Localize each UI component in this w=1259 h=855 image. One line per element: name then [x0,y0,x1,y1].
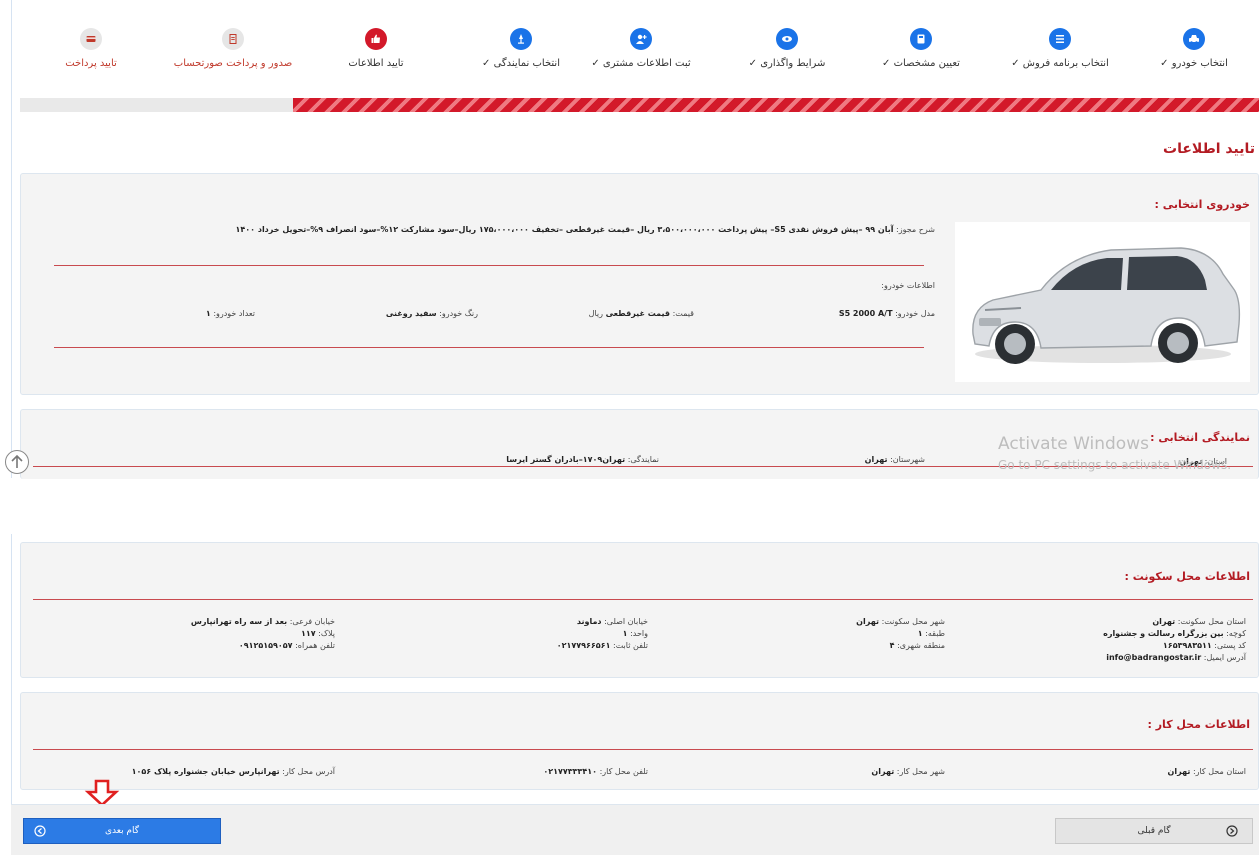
residence-unit: واحد: ۱ [622,629,648,638]
car-price: قیمت: قیمت غیرقطعی ریال [588,309,694,318]
circle-arrow-right-icon [1226,825,1238,837]
residence-email: آدرس ایمیل: info@badrangostar.ir [1106,653,1246,662]
residence-panel: اطلاعات محل سکونت : استان محل سکونت: تهر… [20,542,1259,678]
calculator-icon [910,28,932,50]
check-icon: ✓ [591,58,600,69]
panel-title: اطلاعات محل کار : [1147,718,1251,731]
car-info-label: اطلاعات خودرو: [881,281,935,290]
divider [54,265,924,266]
step-label: انتخاب خودرو [1171,58,1228,69]
car-image [955,222,1250,382]
work-province: استان محل کار: تهران [1167,767,1246,776]
residence-province: استان محل سکونت: تهران [1152,617,1246,626]
step-invoice[interactable]: صدور و پرداخت صورتحساب [168,28,298,69]
circle-arrow-left-icon [34,825,46,837]
panel-title: خودروی انتخابی : [1154,198,1251,211]
button-label: گام قبلی [1137,826,1171,836]
residence-plate: پلاک: ۱۱۷ [300,629,335,638]
step-sales-program[interactable]: انتخاب برنامه فروش ✓ [995,28,1125,69]
eye-icon [776,28,798,50]
step-label: صدور و پرداخت صورتحساب [173,58,293,69]
check-icon: ✓ [1011,58,1020,69]
work-phone: تلفن محل کار: ۰۲۱۷۷۳۳۳۴۱۰ [543,767,648,776]
step-select-car[interactable]: انتخاب خودرو ✓ [1129,28,1259,69]
step-label: انتخاب برنامه فروش [1022,58,1109,69]
button-label: گام بعدی [104,826,140,836]
step-confirm-info[interactable]: تایید اطلاعات [311,28,441,69]
residence-phone: تلفن ثابت: ۰۲۱۷۷۹۶۶۵۶۱ [556,641,648,650]
pin-icon [510,28,532,50]
step-label: تایید پرداخت [65,58,117,69]
progress-fill [292,98,1259,112]
residence-mobile: تلفن همراه: ۰۹۱۲۵۱۵۹۰۵۷ [238,641,335,650]
invoice-icon [222,28,244,50]
user-add-icon [630,28,652,50]
residence-floor: طبقه: ۱ [917,629,945,638]
selected-car-panel: خودروی انتخابی : شرح مجوز: آبان ۹۹ –پیش … [20,173,1259,395]
residence-zone: منطقه شهری: ۴ [889,641,945,650]
panel-title: اطلاعات محل سکونت : [1124,570,1250,583]
step-label: تعیین مشخصات [893,58,960,69]
step-label: شرایط واگذاری [760,58,826,69]
card-icon [80,28,102,50]
residence-main-street: خیابان اصلی: دماوند [576,617,648,626]
agency-name: نمایندگی: تهران۱۷۰۹–بادران گستر ایرسا [506,455,659,464]
scroll-top-button[interactable] [5,450,29,474]
license-description: شرح مجوز: آبان ۹۹ –پیش فروش نقدی S5– پیش… [235,225,935,234]
divider [54,347,924,348]
car-model: مدل خودرو: S5 2000 A/T [838,309,935,318]
step-terms[interactable]: شرایط واگذاری ✓ [722,28,852,69]
step-label: تایید اطلاعات [348,58,404,69]
divider [33,599,1253,600]
residence-city: شهر محل سکونت: تهران [856,617,945,626]
car-count: تعداد خودرو: ۱ [205,309,255,318]
step-specifications[interactable]: تعیین مشخصات ✓ [856,28,986,69]
page-title: تایید اطلاعات [1163,141,1255,157]
residence-postal-code: کد پستی: ۱۶۵۳۹۸۳۵۱۱ [1162,641,1246,650]
step-agency[interactable]: انتخاب نمایندگی ✓ [456,28,586,69]
work-address: آدرس محل کار: تهرانپارس خیابان جشنواره پ… [131,767,335,776]
step-label: ثبت اطلاعات مشتری [602,58,691,69]
car-icon [1183,28,1205,50]
step-customer-info[interactable]: ثبت اطلاعات مشتری ✓ [576,28,706,69]
list-icon [1049,28,1071,50]
wizard-navigation: گام بعدی گام قبلی [11,804,1259,855]
step-label: انتخاب نمایندگی [493,58,560,69]
arrow-up-icon [11,454,23,468]
check-icon: ✓ [882,58,891,69]
thumbs-up-icon [365,28,387,50]
step-confirm-payment[interactable]: تایید پرداخت [26,28,156,69]
check-icon: ✓ [1160,58,1169,69]
next-step-button[interactable]: گام بعدی [23,818,221,844]
check-icon: ✓ [748,58,757,69]
workplace-panel: اطلاعات محل کار : استان محل کار: تهران ش… [20,692,1259,790]
wizard-steps: انتخاب خودرو ✓ انتخاب برنامه فروش ✓ تعیی… [20,28,1259,78]
progress-bar [20,98,1259,112]
residence-alley: کوچه: بین بزرگراه رسالت و جشنواره [1103,629,1246,638]
residence-sub-street: خیابان فرعی: بعد از سه راه تهرانپارس [190,617,335,626]
windows-activation-watermark: Activate Windows Go to PC settings to ac… [998,434,1232,472]
previous-step-button[interactable]: گام قبلی [1055,818,1253,844]
work-city: شهر محل کار: تهران [871,767,945,776]
car-color: رنگ خودرو: سفید روغنی [385,309,478,318]
agency-city: شهرستان: تهران [864,455,925,464]
divider [33,749,1253,750]
check-icon: ✓ [481,58,491,69]
